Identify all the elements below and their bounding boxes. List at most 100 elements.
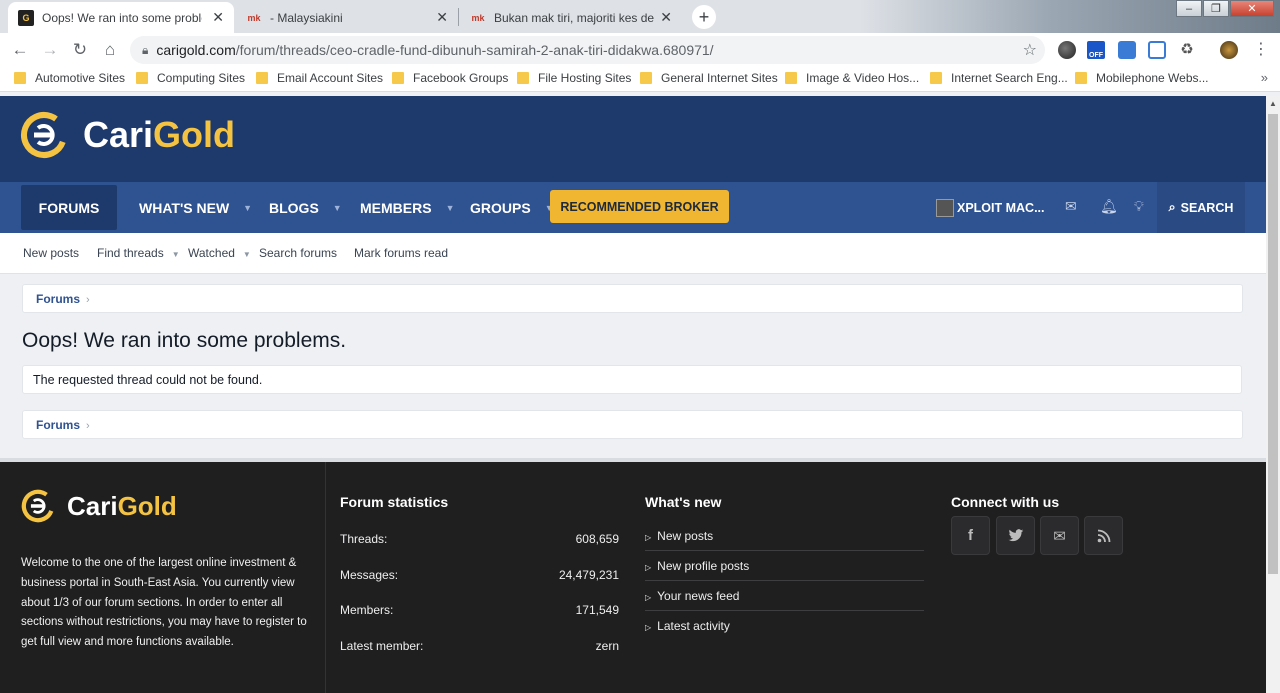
page-scrollbar[interactable]: ▲: [1266, 96, 1280, 693]
lock-icon: 🔒︎: [142, 42, 149, 57]
menu-kebab-icon[interactable]: ⋮: [1252, 41, 1270, 59]
user-avatar: [936, 198, 954, 217]
folder-icon: [640, 72, 652, 84]
tab-malaysiakini[interactable]: mk - Malaysiakini ✕: [236, 2, 458, 33]
stat-row: Threads: 608,659: [340, 532, 619, 546]
nav-blogs[interactable]: BLOGS ▼: [269, 182, 342, 233]
chevron-down-icon: ▼: [243, 202, 253, 213]
nav-forums[interactable]: FORUMS: [21, 185, 117, 230]
bookmark-label: Image & Video Hos...: [806, 71, 920, 85]
carigold-logo[interactable]: Cari Gold: [20, 111, 235, 159]
chevron-down-icon: ▼: [171, 250, 180, 259]
caret-right-icon: ▷: [645, 623, 652, 632]
subnav-mark-read[interactable]: Mark forums read: [354, 246, 448, 260]
mail-icon[interactable]: ✉: [1040, 516, 1079, 555]
scrollbar-thumb[interactable]: [1268, 114, 1278, 574]
minimize-button[interactable]: –: [1176, 0, 1202, 17]
search-button[interactable]: ⌕ SEARCH: [1157, 182, 1245, 233]
tab-carigold[interactable]: G Oops! We ran into some problem ✕: [8, 2, 234, 33]
error-message: The requested thread could not be found.: [33, 373, 263, 387]
malaysiakini-favicon-icon: mk: [247, 12, 261, 23]
bookmark-folder[interactable]: Email Account Sites: [256, 71, 383, 85]
bookmark-folder[interactable]: File Hosting Sites: [517, 71, 631, 85]
scroll-up-icon[interactable]: ▲: [1269, 99, 1277, 108]
address-bar-row: ← → ↻ ⌂ 🔒︎ carigold.com/forum/threads/ce…: [0, 33, 1280, 66]
user-menu[interactable]: XPLOIT MAC...: [936, 182, 1045, 233]
adblock-off-icon[interactable]: OFF: [1087, 41, 1105, 59]
user-name: XPLOIT MAC...: [957, 200, 1045, 215]
bookmark-folder[interactable]: Facebook Groups: [392, 71, 508, 85]
footer-column-divider: [325, 462, 326, 693]
new-tab-button[interactable]: +: [692, 5, 716, 29]
chevron-right-icon: ›: [86, 420, 90, 432]
bookmarks-bar: » Automotive Sites Computing Sites Email A…: [0, 66, 1280, 92]
caret-right-icon: ▷: [645, 533, 652, 542]
tab-close-icon[interactable]: ✕: [212, 9, 224, 26]
tab-title: Bukan mak tiri, majoriti kes dera: [494, 10, 654, 25]
forward-icon[interactable]: →: [39, 39, 61, 61]
tab-close-icon[interactable]: ✕: [436, 9, 448, 26]
bookmark-label: Internet Search Eng...: [951, 71, 1068, 85]
breadcrumb-forums[interactable]: Forums ›: [36, 292, 90, 306]
tab-bukan-mak-tiri[interactable]: mk Bukan mak tiri, majoriti kes dera ✕: [460, 2, 682, 33]
url-bar[interactable]: 🔒︎ carigold.com/forum/threads/ceo-cradle…: [130, 36, 1045, 64]
subnav-find-threads[interactable]: Find threads ▼: [97, 246, 180, 260]
folder-icon: [14, 72, 26, 84]
bookmark-label: General Internet Sites: [661, 71, 778, 85]
footer-link-latest-activity[interactable]: ▷ Latest activity: [645, 619, 924, 633]
chevron-down-icon: ▼: [332, 202, 342, 213]
bookmark-label: Computing Sites: [157, 71, 246, 85]
nav-groups[interactable]: GROUPS▼: [470, 182, 554, 233]
breadcrumb-forums[interactable]: Forums ›: [36, 418, 90, 432]
recommended-broker-button[interactable]: RECOMMENDED BROKER: [550, 190, 729, 223]
bookmark-label: Facebook Groups: [413, 71, 509, 85]
lightbulb-icon[interactable]: 💡︎: [1134, 198, 1144, 215]
carigold-logo-icon: [21, 489, 55, 523]
breadcrumb-bottom: Forums ›: [22, 410, 1243, 439]
chevron-down-icon: ▼: [242, 250, 251, 259]
bookmark-folder[interactable]: Mobilephone Webs...: [1075, 71, 1209, 85]
subnav-search-forums[interactable]: Search forums: [259, 246, 337, 260]
footer-link-new-profile-posts[interactable]: ▷ New profile posts: [645, 559, 924, 573]
bookmark-label: Email Account Sites: [277, 71, 384, 85]
subnav-new-posts[interactable]: New posts: [23, 246, 79, 260]
home-icon[interactable]: ⌂: [99, 39, 121, 61]
profile-avatar[interactable]: [1220, 41, 1238, 59]
extension-icon[interactable]: [1148, 41, 1166, 59]
footer-link-new-posts[interactable]: ▷ New posts: [645, 529, 924, 543]
stat-row[interactable]: Latest member: zern: [340, 639, 619, 653]
inbox-icon[interactable]: ✉: [1065, 198, 1077, 215]
maximize-button[interactable]: ❐: [1203, 0, 1229, 17]
bell-icon[interactable]: 🔔︎: [1100, 198, 1118, 215]
bookmarks-overflow-icon[interactable]: »: [1261, 70, 1268, 85]
bookmark-folder[interactable]: Automotive Sites: [14, 71, 125, 85]
footer-link-news-feed[interactable]: ▷ Your news feed: [645, 589, 924, 603]
bookmark-folder[interactable]: Computing Sites: [136, 71, 245, 85]
bookmark-star-icon[interactable]: ☆: [1023, 40, 1037, 60]
extension-icon[interactable]: [1058, 41, 1076, 59]
stats-title: Forum statistics: [340, 494, 449, 510]
reload-icon[interactable]: ↻: [69, 39, 91, 61]
back-icon[interactable]: ←: [9, 39, 31, 61]
tab-close-icon[interactable]: ✕: [660, 9, 672, 26]
footer-about: Welcome to the one of the largest online…: [21, 557, 307, 649]
stat-row: Members: 171,549: [340, 603, 619, 617]
bookmark-folder[interactable]: General Internet Sites: [640, 71, 778, 85]
subnav-watched[interactable]: Watched ▼: [188, 246, 251, 260]
recycle-icon[interactable]: ♻: [1178, 41, 1196, 59]
facebook-icon[interactable]: f: [951, 516, 990, 555]
close-window-button[interactable]: ✕: [1230, 0, 1274, 17]
footer-logo[interactable]: Cari Gold: [21, 489, 177, 523]
url-text: carigold.com/forum/threads/ceo-cradle-fu…: [156, 42, 714, 58]
main-nav: FORUMS WHAT'S NEW ▼ BLOGS ▼ MEMBERS ▼ GROUP…: [0, 182, 1266, 233]
bookmark-label: Automotive Sites: [35, 71, 126, 85]
extension-icon[interactable]: [1118, 41, 1136, 59]
tab-title: - Malaysiakini: [270, 10, 343, 25]
logo-text-gold: Gold: [117, 490, 177, 521]
twitter-icon[interactable]: [996, 516, 1035, 555]
bookmark-folder[interactable]: Image & Video Hos...: [785, 71, 919, 85]
bookmark-folder[interactable]: Internet Search Eng...: [930, 71, 1068, 85]
nav-whats-new[interactable]: WHAT'S NEW ▼: [139, 182, 252, 233]
nav-members[interactable]: MEMBERS ▼: [360, 182, 454, 233]
rss-icon[interactable]: [1084, 516, 1123, 555]
